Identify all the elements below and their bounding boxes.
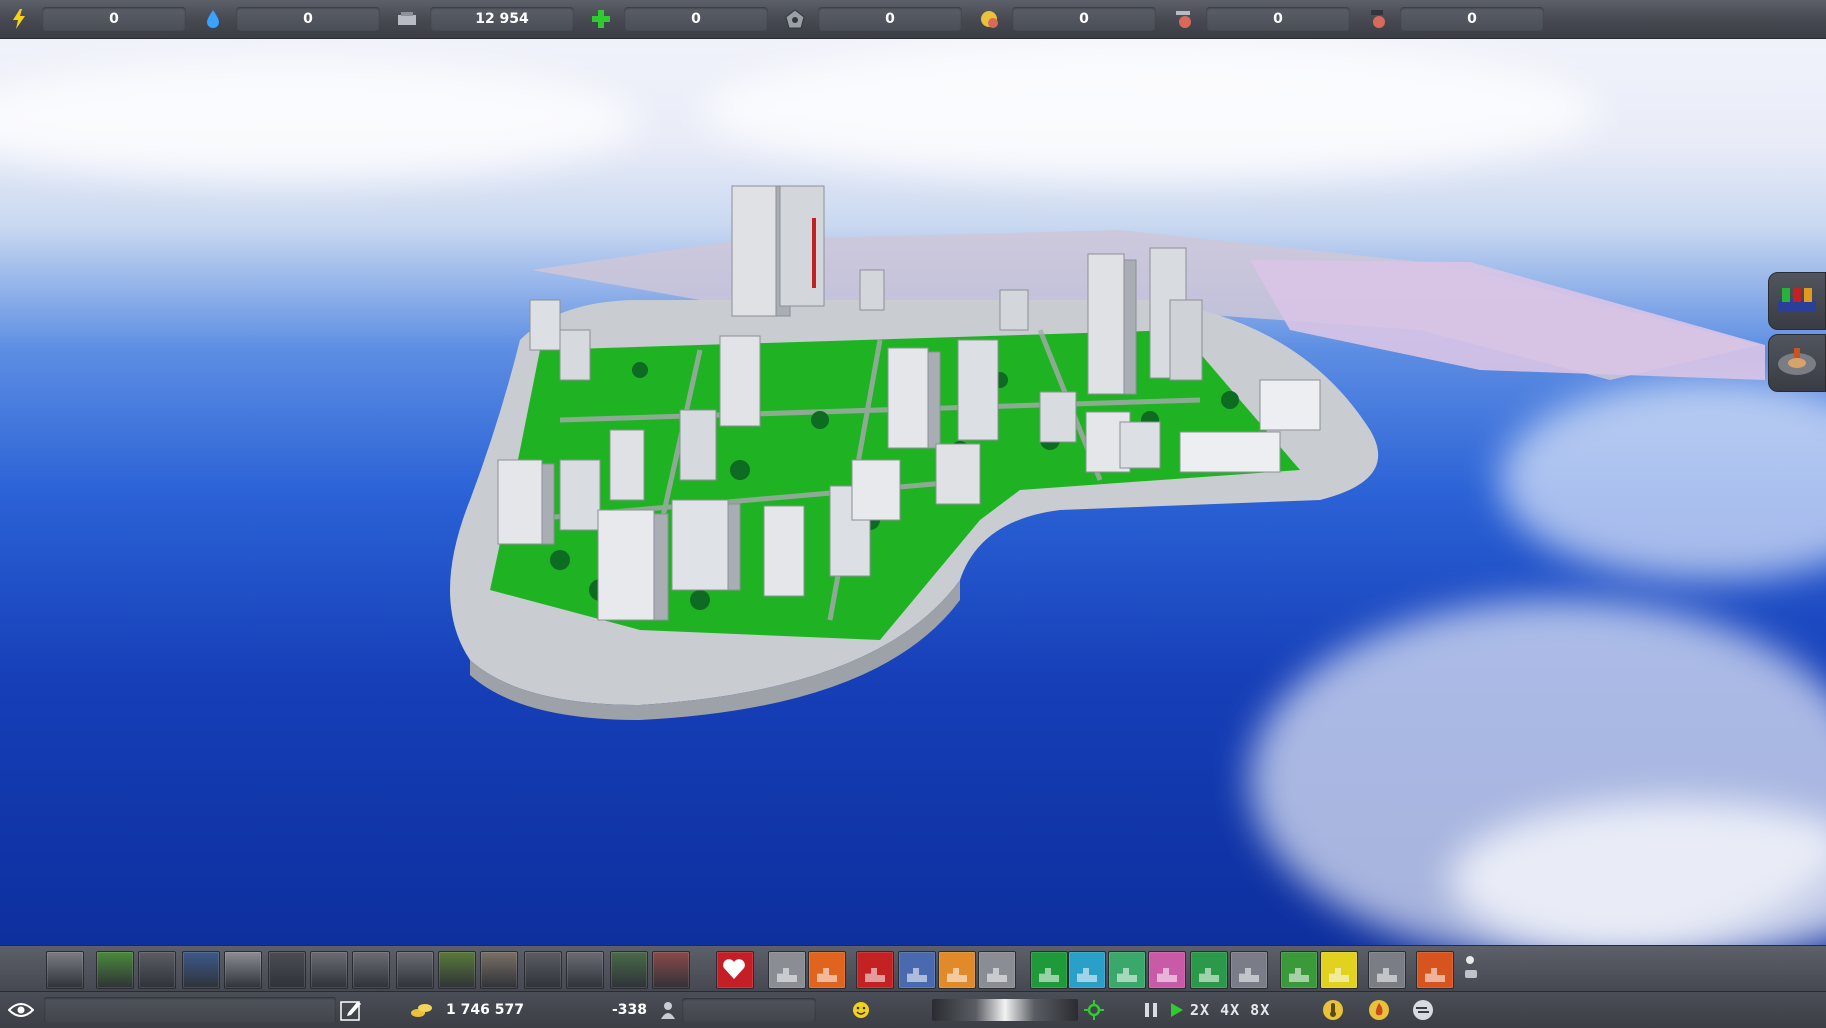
money-value: 1 746 577 bbox=[446, 1002, 524, 1018]
religion-value: 0 bbox=[1400, 7, 1544, 31]
scroll-tool-icon[interactable] bbox=[480, 951, 518, 989]
park-zone-icon[interactable] bbox=[1030, 951, 1068, 989]
weather-camera-icon[interactable] bbox=[1462, 954, 1480, 986]
health-heart-icon[interactable] bbox=[716, 951, 754, 989]
terrain-tool-icon[interactable] bbox=[96, 951, 134, 989]
industrial-zone-icon[interactable] bbox=[856, 951, 894, 989]
storage-tool-icon[interactable] bbox=[610, 951, 648, 989]
lab-flask-tool-icon[interactable] bbox=[310, 951, 348, 989]
edit-name-icon[interactable] bbox=[340, 992, 362, 1028]
electricity-value: 0 bbox=[42, 7, 186, 31]
view-eye-icon[interactable] bbox=[8, 992, 34, 1028]
roundabout-button[interactable] bbox=[1768, 334, 1826, 392]
culture-building-icon[interactable] bbox=[1148, 951, 1186, 989]
cube-tool-icon[interactable] bbox=[352, 951, 390, 989]
traffic-lights-icon bbox=[1776, 284, 1818, 318]
warehouse-building-icon[interactable] bbox=[1368, 951, 1406, 989]
city-name-field[interactable] bbox=[44, 997, 336, 1023]
farm-building-icon[interactable] bbox=[1280, 951, 1318, 989]
happiness-smiley-icon bbox=[852, 992, 870, 1028]
city-island-scene bbox=[450, 185, 1765, 720]
materials-value: 12 954 bbox=[430, 7, 574, 31]
education-building-icon[interactable] bbox=[1108, 951, 1146, 989]
day-night-timeline[interactable] bbox=[932, 999, 1078, 1021]
eye-overlay-tool-icon[interactable] bbox=[224, 951, 262, 989]
construction-crane-icon[interactable] bbox=[1416, 951, 1454, 989]
culture-icon bbox=[1172, 8, 1194, 30]
sun-gear-icon[interactable] bbox=[1084, 992, 1104, 1028]
roundabout-icon bbox=[1776, 344, 1818, 382]
culture-value: 0 bbox=[1206, 7, 1350, 31]
wind-icon[interactable] bbox=[1412, 992, 1434, 1028]
residential-zone-icon[interactable] bbox=[898, 951, 936, 989]
leisure-building-icon[interactable] bbox=[1190, 951, 1228, 989]
office-zone-icon[interactable] bbox=[938, 951, 976, 989]
traffic-button[interactable] bbox=[1768, 272, 1826, 330]
road-tool-icon[interactable] bbox=[768, 951, 806, 989]
play-icon[interactable] bbox=[1170, 992, 1184, 1028]
health-value: 0 bbox=[624, 7, 768, 31]
warning-tool-icon[interactable] bbox=[652, 951, 690, 989]
resource-bar: 0 0 12 954 0 0 0 0 0 bbox=[0, 0, 1826, 39]
water-drop-icon bbox=[202, 8, 224, 30]
fire-icon[interactable] bbox=[1368, 992, 1390, 1028]
pause-icon[interactable] bbox=[1144, 992, 1158, 1028]
graph-tool-icon[interactable] bbox=[438, 951, 476, 989]
status-bar: 1 746 577 -338 0 2X 4X 8X bbox=[0, 991, 1826, 1028]
police-badge-icon bbox=[784, 8, 806, 30]
temperature-icon[interactable] bbox=[1322, 992, 1344, 1028]
population-person-icon bbox=[660, 992, 676, 1028]
speed-options[interactable]: 2X 4X 8X bbox=[1190, 992, 1270, 1028]
commercial-zone-icon[interactable] bbox=[808, 951, 846, 989]
lightning-icon bbox=[8, 8, 30, 30]
education-value: 0 bbox=[1012, 7, 1156, 31]
build-tool-icon[interactable] bbox=[566, 951, 604, 989]
service-building-icon[interactable] bbox=[978, 951, 1016, 989]
network-tool-icon[interactable] bbox=[396, 951, 434, 989]
statistics-tool-icon[interactable] bbox=[182, 951, 220, 989]
income-value: -338 bbox=[612, 1002, 648, 1018]
water-value: 0 bbox=[236, 7, 380, 31]
landmark-building-icon[interactable] bbox=[1230, 951, 1268, 989]
pipes-tool-icon[interactable] bbox=[268, 951, 306, 989]
health-cross-icon bbox=[590, 8, 612, 30]
energy-building-icon[interactable] bbox=[1320, 951, 1358, 989]
materials-icon bbox=[396, 8, 418, 30]
settings-gear-tool-icon[interactable] bbox=[524, 951, 562, 989]
population-bar bbox=[682, 998, 816, 1022]
game-viewport[interactable] bbox=[0, 0, 1826, 1027]
money-coins-icon bbox=[410, 992, 434, 1028]
wind-power-icon[interactable] bbox=[1068, 951, 1106, 989]
build-toolbar bbox=[0, 945, 1826, 992]
police-value: 0 bbox=[818, 7, 962, 31]
religion-icon bbox=[1366, 8, 1388, 30]
bulldoze-tool-icon[interactable] bbox=[46, 951, 84, 989]
gears-tool-icon[interactable] bbox=[138, 951, 176, 989]
education-icon bbox=[978, 8, 1000, 30]
